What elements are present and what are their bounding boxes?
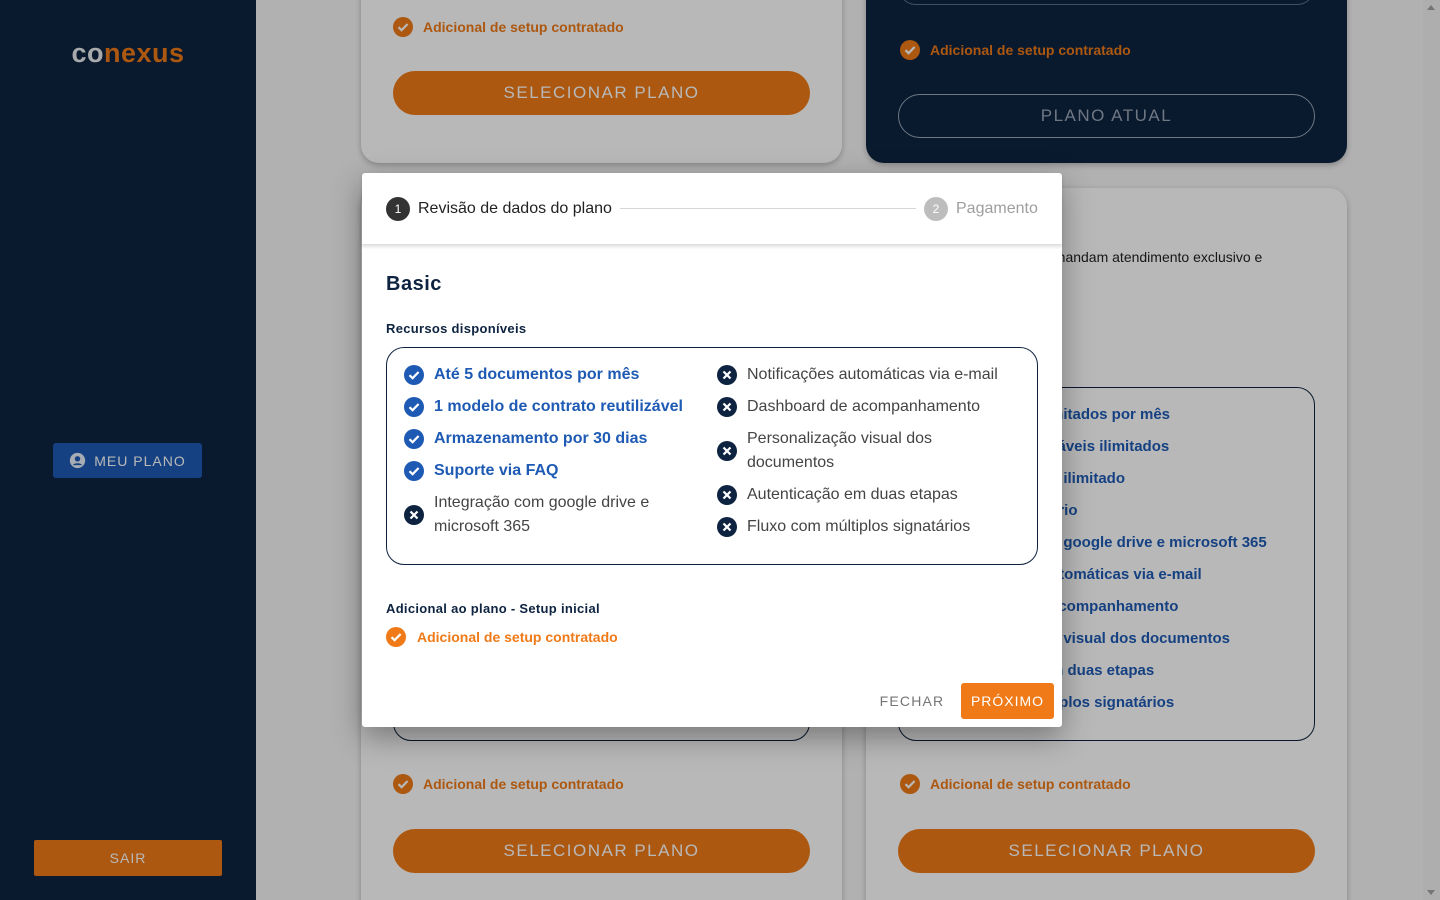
blue-check-icon [404, 461, 424, 481]
x-circle-icon [717, 441, 737, 461]
plan-name: Basic [386, 273, 442, 295]
feature-text: Notificações automáticas via e-mail [747, 366, 998, 383]
feature-text: Autenticação em duas etapas [747, 486, 958, 503]
next-button[interactable]: PRÓXIMO [961, 683, 1054, 719]
feature-item: Integração com google drive e microsoft … [404, 491, 694, 539]
resources-title: Recursos disponíveis [386, 321, 527, 336]
step-label: Pagamento [956, 200, 1038, 217]
step-connector [620, 208, 916, 209]
feature-item: Notificações automáticas via e-mail [717, 363, 998, 387]
close-button[interactable]: FECHAR [872, 683, 952, 719]
step-payment: 2 Pagamento [924, 197, 1038, 221]
feature-text: Fluxo com múltiplos signatários [747, 518, 971, 535]
modal-addon-label: Adicional de setup contratado [417, 629, 618, 645]
x-circle-icon [717, 517, 737, 537]
stepper: 1 Revisão de dados do plano 2 Pagamento [362, 173, 1062, 245]
feature-item: Fluxo com múltiplos signatários [717, 515, 970, 539]
features-box: Até 5 documentos por mês 1 modelo de con… [386, 347, 1038, 565]
x-circle-icon [717, 365, 737, 385]
feature-item: Suporte via FAQ [404, 459, 558, 483]
step-review: 1 Revisão de dados do plano [386, 197, 612, 221]
feature-item: 1 modelo de contrato reutilizável [404, 395, 683, 419]
feature-text: Dashboard de acompanhamento [747, 398, 981, 415]
blue-check-icon [404, 429, 424, 449]
x-circle-icon [717, 397, 737, 417]
addon-title: Adicional ao plano - Setup inicial [386, 601, 600, 616]
feature-text: Personalização visual dos documentos [747, 430, 932, 471]
feature-item: Até 5 documentos por mês [404, 363, 639, 387]
feature-text: Integração com google drive e microsoft … [434, 494, 650, 535]
feature-item: Dashboard de acompanhamento [717, 395, 980, 419]
feature-text: 1 modelo de contrato reutilizável [434, 398, 683, 415]
feature-item: Autenticação em duas etapas [717, 483, 958, 507]
step-number: 1 [386, 197, 410, 221]
x-circle-icon [404, 505, 424, 525]
x-circle-icon [717, 485, 737, 505]
step-number: 2 [924, 197, 948, 221]
feature-text: Armazenamento por 30 dias [434, 430, 648, 447]
feature-text: Até 5 documentos por mês [434, 366, 640, 383]
blue-check-icon [404, 365, 424, 385]
orange-check-icon [386, 627, 406, 647]
plan-review-dialog: 1 Revisão de dados do plano 2 Pagamento … [362, 173, 1062, 727]
feature-item: Armazenamento por 30 dias [404, 427, 647, 451]
modal-addon: Adicional de setup contratado [386, 627, 618, 647]
feature-text: Suporte via FAQ [434, 462, 559, 479]
blue-check-icon [404, 397, 424, 417]
feature-item: Personalização visual dos documentos [717, 427, 957, 475]
step-label: Revisão de dados do plano [418, 200, 612, 217]
